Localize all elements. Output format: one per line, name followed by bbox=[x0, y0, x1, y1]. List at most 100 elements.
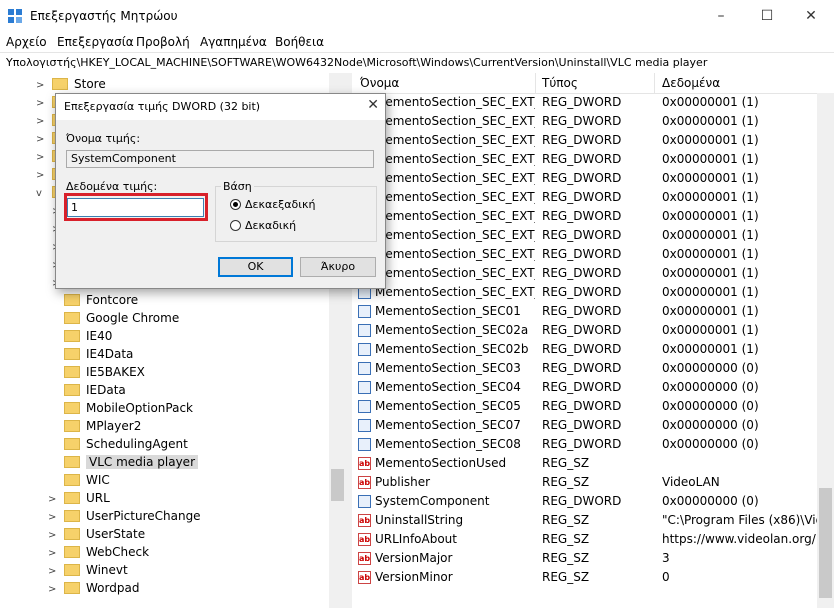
tree-item-mplayer2[interactable]: MPlayer2 bbox=[64, 417, 141, 435]
list-item[interactable]: MementoSection_SEC_EXT_... REG_DWORD 0x000… bbox=[352, 264, 817, 283]
tree-item[interactable]: > Store bbox=[36, 75, 106, 93]
column-header-data[interactable]: Δεδομένα bbox=[662, 76, 720, 90]
list-scroll-thumb[interactable] bbox=[819, 488, 832, 598]
list-item[interactable]: MementoSection_SEC02b REG_DWORD 0x00000001… bbox=[352, 340, 817, 359]
value-name-field: SystemComponent bbox=[66, 150, 374, 168]
tree-scroll-thumb[interactable] bbox=[331, 469, 344, 501]
list-item[interactable]: ab MementoSectionUsed REG_SZ bbox=[352, 454, 817, 473]
list-item[interactable]: SystemComponent REG_DWORD 0x00000000 (0) bbox=[352, 492, 817, 511]
value-type: REG_SZ bbox=[542, 551, 590, 565]
folder-icon bbox=[64, 365, 80, 378]
list-item[interactable]: MementoSection_SEC08 REG_DWORD 0x00000000 … bbox=[352, 435, 817, 454]
radio-decimal-label[interactable]: Δεκαδική bbox=[245, 219, 296, 232]
radio-hexadecimal-label[interactable]: Δεκαεξαδική bbox=[245, 198, 315, 211]
list-item[interactable]: ab UninstallString REG_SZ "C:\Program Files… bbox=[352, 511, 817, 530]
list-item[interactable]: MementoSection_SEC07 REG_DWORD 0x00000000 … bbox=[352, 416, 817, 435]
column-header-type[interactable]: Τύπος bbox=[542, 76, 578, 90]
tree-item-vlc-media-player[interactable]: VLC media player bbox=[64, 453, 199, 471]
radio-hexadecimal[interactable] bbox=[230, 199, 241, 210]
value-data: 0x00000001 (1) bbox=[662, 95, 759, 109]
tree-item-userstate[interactable]: > UserState bbox=[48, 525, 145, 543]
tree-item-userpicturechange[interactable]: > UserPictureChange bbox=[48, 507, 201, 525]
value-data: 0x00000001 (1) bbox=[662, 285, 759, 299]
value-type: REG_DWORD bbox=[542, 361, 622, 375]
column-divider[interactable] bbox=[654, 73, 655, 93]
value-data: VideoLAN bbox=[662, 475, 720, 489]
cancel-button[interactable]: Άκυρο bbox=[300, 257, 376, 277]
chevron-down-icon[interactable]: v bbox=[36, 185, 46, 203]
tree-item-url[interactable]: > URL bbox=[48, 489, 110, 507]
address-path[interactable]: Υπολογιστής\HKEY_LOCAL_MACHINE\SOFTWARE\… bbox=[6, 56, 707, 69]
list-item[interactable]: MementoSection_SEC_EXT_... REG_DWORD 0x000… bbox=[352, 150, 817, 169]
tree-item-ie4data[interactable]: IE4Data bbox=[64, 345, 133, 363]
string-value-icon: ab bbox=[358, 476, 371, 489]
list-item[interactable]: MementoSection_SEC_EXT_... REG_DWORD 0x000… bbox=[352, 226, 817, 245]
list-scrollbar[interactable] bbox=[817, 93, 834, 608]
value-name: MementoSection_SEC02a bbox=[375, 323, 529, 337]
folder-icon bbox=[64, 527, 80, 540]
value-name: MementoSection_SEC_EXT_... bbox=[375, 95, 535, 109]
list-item[interactable]: MementoSection_SEC04 REG_DWORD 0x00000000 … bbox=[352, 378, 817, 397]
maximize-button[interactable]: ☐ bbox=[744, 0, 790, 32]
tree-item-schedulingagent[interactable]: SchedulingAgent bbox=[64, 435, 188, 453]
tree-item-mobileoptionpack[interactable]: MobileOptionPack bbox=[64, 399, 193, 417]
radio-decimal[interactable] bbox=[230, 220, 241, 231]
value-name: MementoSection_SEC08 bbox=[375, 437, 521, 451]
tree-item-wic[interactable]: WIC bbox=[64, 471, 110, 489]
string-value-icon: ab bbox=[358, 533, 371, 546]
folder-icon bbox=[64, 293, 80, 306]
menu-edit[interactable]: Επεξεργασία bbox=[57, 35, 134, 49]
edit-dword-dialog: Επεξεργασία τιμής DWORD (32 bit) ✕ Όνομα… bbox=[55, 93, 386, 289]
address-bar[interactable]: Υπολογιστής\HKEY_LOCAL_MACHINE\SOFTWARE\… bbox=[0, 52, 834, 74]
value-name: MementoSection_SEC04 bbox=[375, 380, 521, 394]
close-button[interactable]: ✕ bbox=[788, 0, 834, 32]
tree-item-iedata[interactable]: IEData bbox=[64, 381, 126, 399]
list-item[interactable]: ab URLInfoAbout REG_SZ https://www.videolan… bbox=[352, 530, 817, 549]
menu-help[interactable]: Βοήθεια bbox=[275, 35, 324, 49]
list-item[interactable]: MementoSection_SEC_EXT_... REG_DWORD 0x000… bbox=[352, 188, 817, 207]
list-item[interactable]: ab VersionMajor REG_SZ 3 bbox=[352, 549, 817, 568]
list-item[interactable]: MementoSection_SEC03 REG_DWORD 0x00000000 … bbox=[352, 359, 817, 378]
list-item[interactable]: MementoSection_SEC_EXT_... REG_DWORD 0x000… bbox=[352, 245, 817, 264]
tree-item-webcheck[interactable]: > WebCheck bbox=[48, 543, 149, 561]
value-name: MementoSection_SEC_EXT_... bbox=[375, 171, 535, 185]
column-header-name[interactable]: Όνομα bbox=[360, 76, 399, 90]
binary-value-icon bbox=[358, 400, 371, 413]
list-item[interactable]: ab Publisher REG_SZ VideoLAN bbox=[352, 473, 817, 492]
list-item[interactable]: MementoSection_SEC_EXT_... REG_DWORD 0x000… bbox=[352, 93, 817, 112]
value-name: URLInfoAbout bbox=[375, 532, 457, 546]
chevron-right-icon[interactable]: > bbox=[48, 581, 58, 599]
tree-item-ie5bakex[interactable]: IE5BAKEX bbox=[64, 363, 145, 381]
list-item[interactable]: MementoSection_SEC_EXT_... REG_DWORD 0x000… bbox=[352, 207, 817, 226]
value-data: 0x00000001 (1) bbox=[662, 171, 759, 185]
column-divider[interactable] bbox=[535, 73, 536, 93]
value-data: 0x00000001 (1) bbox=[662, 114, 759, 128]
list-item[interactable]: MementoSection_SEC05 REG_DWORD 0x00000000 … bbox=[352, 397, 817, 416]
minimize-button[interactable]: – bbox=[698, 0, 744, 32]
values-list[interactable]: Όνομα Τύπος Δεδομένα MementoSection_SEC_… bbox=[352, 73, 834, 608]
value-type: REG_DWORD bbox=[542, 304, 622, 318]
value-type: REG_SZ bbox=[542, 456, 590, 470]
list-item[interactable]: MementoSection_SEC_EXT_... REG_DWORD 0x000… bbox=[352, 131, 817, 150]
list-item[interactable]: MementoSection_SEC_EXT_... REG_DWORD 0x000… bbox=[352, 169, 817, 188]
list-item[interactable]: MementoSection_SEC_EXT_... REG_DWORD 0x000… bbox=[352, 112, 817, 131]
list-item[interactable]: ab VersionMinor REG_SZ 0 bbox=[352, 568, 817, 587]
tree-item-wordpad[interactable]: > Wordpad bbox=[48, 579, 139, 597]
value-type: REG_SZ bbox=[542, 532, 590, 546]
value-name: MementoSection_SEC07 bbox=[375, 418, 521, 432]
list-item[interactable]: MementoSection_SEC01 REG_DWORD 0x00000001 … bbox=[352, 302, 817, 321]
menu-file[interactable]: Αρχείο bbox=[6, 35, 47, 49]
list-item[interactable]: MementoSection_SEC_EXT_... REG_DWORD 0x000… bbox=[352, 283, 817, 302]
tree-item-ie40[interactable]: IE40 bbox=[64, 327, 112, 345]
registry-editor-icon bbox=[8, 9, 22, 23]
menu-favorites[interactable]: Αγαπημένα bbox=[200, 35, 267, 49]
close-icon[interactable]: ✕ bbox=[367, 97, 379, 113]
tree-item-google-chrome[interactable]: Google Chrome bbox=[64, 309, 179, 327]
ok-button[interactable]: OK bbox=[218, 257, 293, 277]
tree-item-winevt[interactable]: > Winevt bbox=[48, 561, 128, 579]
tree-item-fontcore[interactable]: Fontcore bbox=[64, 291, 138, 309]
menu-view[interactable]: Προβολή bbox=[136, 35, 190, 49]
folder-icon bbox=[64, 581, 80, 594]
value-data-input[interactable]: 1 bbox=[67, 198, 204, 217]
list-item[interactable]: MementoSection_SEC02a REG_DWORD 0x00000001… bbox=[352, 321, 817, 340]
